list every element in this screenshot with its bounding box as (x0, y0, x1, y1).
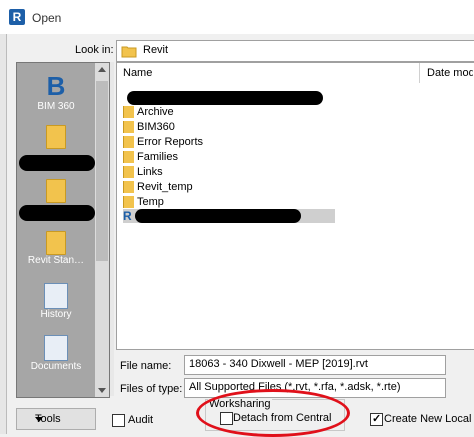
title-bar: R Open (0, 0, 474, 34)
place-folder-2[interactable] (17, 179, 95, 203)
audit-checkbox[interactable] (112, 414, 125, 427)
bim360-icon: B (46, 71, 66, 101)
folder-icon (123, 166, 134, 178)
place-history[interactable]: History (17, 283, 95, 320)
column-separator[interactable] (419, 63, 420, 83)
window-left-edge (0, 34, 7, 434)
chevron-down-icon (35, 417, 43, 422)
pane-splitter[interactable] (110, 62, 114, 396)
column-header-date-modified[interactable]: Date modi (427, 67, 473, 79)
list-item-label: Links (137, 166, 163, 178)
look-in-label: Look in: (75, 44, 114, 56)
list-item-label: Revit_temp (137, 181, 193, 193)
file-name-label: File name: (120, 360, 172, 372)
folder-icon (46, 125, 66, 149)
folder-icon (123, 181, 134, 193)
revit-file-icon: R (123, 209, 132, 223)
list-item-label: Families (137, 151, 178, 163)
files-of-type-label: Files of type: (120, 383, 183, 395)
tools-button[interactable]: Tools (16, 408, 96, 430)
window-title: Open (32, 11, 62, 25)
place-label: BIM 360 (37, 101, 75, 112)
folder-icon (123, 121, 134, 133)
scroll-thumb[interactable] (96, 81, 108, 261)
documents-icon (44, 335, 68, 361)
folder-icon (123, 106, 134, 118)
places-scrollbar[interactable] (95, 63, 109, 397)
list-item-label: Temp (137, 196, 164, 208)
place-folder-1[interactable] (17, 125, 95, 149)
place-label: Documents (30, 361, 82, 372)
highlight-annotation-circle (196, 389, 350, 437)
folder-icon (121, 44, 137, 61)
redaction-bar (19, 205, 95, 221)
create-new-local-label: Create New Local (384, 413, 472, 425)
folder-icon (123, 136, 134, 148)
column-header-name[interactable]: Name (123, 67, 152, 79)
place-bim-360[interactable]: B BIM 360 (17, 71, 95, 112)
list-item-label: BIM360 (137, 121, 175, 133)
redaction-bar (127, 91, 323, 105)
revit-app-icon: R (9, 9, 25, 25)
list-item-label: Error Reports (137, 136, 204, 148)
file-list: Name Date modi Archive BIM360 Error Repo… (116, 62, 474, 350)
history-icon (44, 283, 68, 309)
place-label: Revit Stan… (27, 255, 85, 266)
create-new-local-checkbox[interactable] (370, 412, 383, 426)
list-item-label: Archive (137, 106, 174, 118)
places-bar: B BIM 360 Revit Stan… History Documents (16, 62, 110, 398)
folder-icon (123, 196, 134, 208)
place-documents[interactable]: Documents (17, 335, 95, 372)
audit-label: Audit (128, 414, 154, 426)
place-label: History (40, 309, 72, 320)
folder-icon (123, 151, 134, 163)
look-in-value: Revit (143, 44, 169, 56)
look-in-dropdown[interactable]: Revit (116, 40, 474, 62)
redaction-bar (135, 209, 301, 223)
file-name-input[interactable]: 18063 - 340 Dixwell - MEP [2019].rvt (184, 355, 446, 375)
redaction-bar (19, 155, 95, 171)
folder-icon (46, 179, 66, 203)
file-name-value: 18063 - 340 Dixwell - MEP [2019].rvt (189, 358, 368, 370)
folder-icon (46, 231, 66, 255)
scroll-down-arrow-icon[interactable] (98, 388, 106, 393)
place-revit-standard[interactable]: Revit Stan… (17, 231, 95, 266)
scroll-up-arrow-icon[interactable] (98, 67, 106, 72)
